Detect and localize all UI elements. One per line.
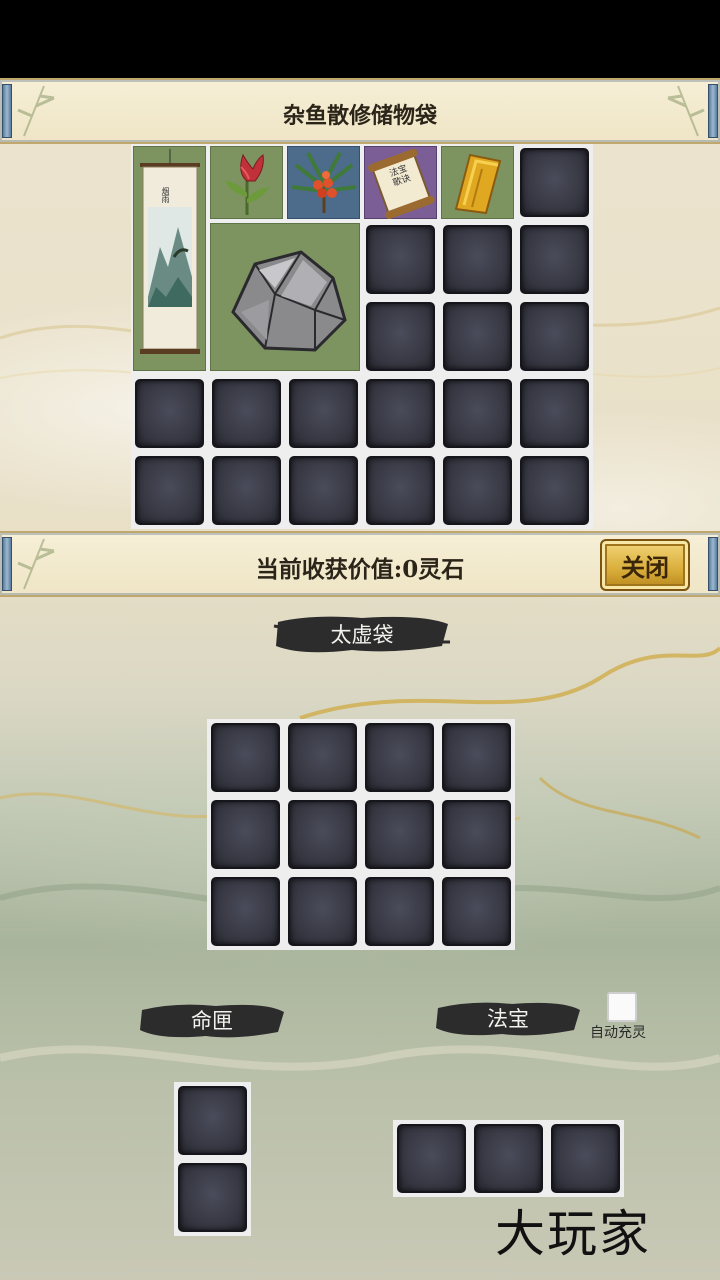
- treasure-grid: [393, 1120, 624, 1197]
- inventory-slot[interactable]: [438, 873, 515, 950]
- fate-box-title: 命匣: [191, 1009, 233, 1033]
- inventory-slot[interactable]: [362, 452, 439, 529]
- treasure-title: 法宝: [487, 1007, 529, 1031]
- taixu-bag-label: 太虚袋: [272, 612, 452, 656]
- inventory-slot[interactable]: [470, 1120, 547, 1197]
- inventory-slot[interactable]: [439, 375, 516, 452]
- landscape-scroll-item[interactable]: 烟雨: [133, 146, 206, 371]
- inventory-slot[interactable]: [285, 452, 362, 529]
- taixu-bag-grid: [207, 719, 515, 950]
- storage-bag-title: 杂鱼散修储物袋: [282, 103, 437, 129]
- fate-box-label: 命匣: [136, 998, 288, 1042]
- stone-ore-icon: [231, 250, 347, 352]
- taixu-bag-title: 太虚袋: [330, 623, 394, 647]
- inventory-slot[interactable]: [208, 375, 285, 452]
- inventory-slot[interactable]: [438, 796, 515, 873]
- inventory-slot[interactable]: [361, 796, 438, 873]
- inventory-slot[interactable]: [516, 375, 593, 452]
- inventory-slot[interactable]: [208, 452, 285, 529]
- inventory-slot[interactable]: [516, 298, 593, 375]
- close-button[interactable]: 关闭: [600, 539, 690, 591]
- inventory-slot[interactable]: [174, 1159, 251, 1236]
- inventory-slot[interactable]: [439, 452, 516, 529]
- storage-bag-header: 杂鱼散修储物袋: [0, 78, 720, 144]
- inventory-slot[interactable]: [516, 221, 593, 298]
- inventory-slot[interactable]: [174, 1082, 251, 1159]
- scroll-painting-label: 烟雨: [161, 187, 170, 203]
- inventory-slot[interactable]: [393, 1120, 470, 1197]
- inventory-slot[interactable]: [131, 375, 208, 452]
- auto-charge-checkbox[interactable]: [607, 992, 637, 1022]
- inventory-slot[interactable]: [284, 719, 361, 796]
- auto-charge-label: 自动充灵: [590, 1025, 646, 1041]
- treasure-label: 法宝: [432, 996, 584, 1040]
- red-herb-icon: [225, 153, 269, 215]
- inventory-slot[interactable]: [361, 719, 438, 796]
- fruit-branch-item[interactable]: [287, 146, 360, 219]
- watermark-logo: 大玩家: [495, 1205, 651, 1263]
- inventory-slot[interactable]: [131, 452, 208, 529]
- inventory-slot[interactable]: [207, 719, 284, 796]
- inventory-slot[interactable]: [516, 144, 593, 221]
- inventory-slot[interactable]: [438, 719, 515, 796]
- golden-paper-icon: [454, 153, 502, 215]
- inventory-slot[interactable]: [439, 298, 516, 375]
- fruit-branch-icon: [291, 152, 357, 213]
- inventory-slot[interactable]: [361, 873, 438, 950]
- fate-box-grid: [174, 1082, 251, 1236]
- inventory-slot[interactable]: [362, 298, 439, 375]
- inventory-slot[interactable]: [207, 873, 284, 950]
- inventory-slot[interactable]: [207, 796, 284, 873]
- inventory-slot[interactable]: [516, 452, 593, 529]
- inventory-slot[interactable]: [439, 221, 516, 298]
- inventory-slot[interactable]: [362, 375, 439, 452]
- treasure-scroll-item[interactable]: 法宝歌诀: [364, 146, 437, 219]
- inventory-slot[interactable]: [547, 1120, 624, 1197]
- inventory-slot[interactable]: [362, 221, 439, 298]
- value-bar: 当前收获价值:0灵石 关闭: [0, 531, 720, 597]
- golden-paper-item[interactable]: [441, 146, 514, 219]
- inventory-slot[interactable]: [284, 796, 361, 873]
- inventory-slot[interactable]: [284, 873, 361, 950]
- inventory-slot[interactable]: [285, 375, 362, 452]
- red-herb-item[interactable]: [210, 146, 283, 219]
- status-bar: [0, 0, 720, 78]
- grey-ore-item[interactable]: [210, 223, 360, 371]
